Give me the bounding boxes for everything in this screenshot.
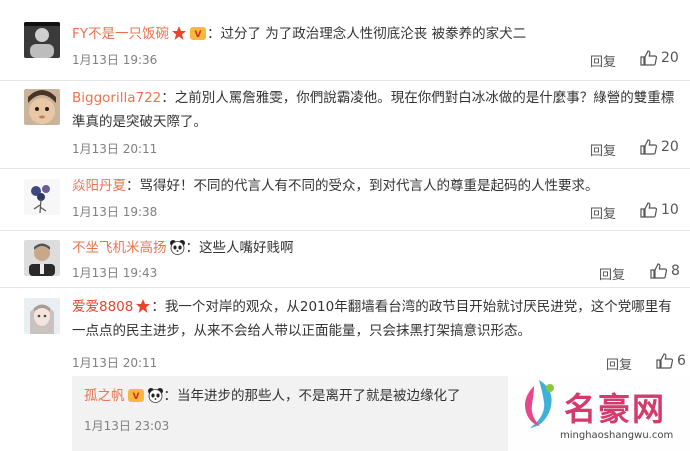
comment-time: 1月13日 23:03 [84, 419, 170, 433]
comment-body: ：之前別人罵詹雅雯，你們說霸凌他。現在你們對白冰冰做的是什麼事？綠營的雙重標準真… [72, 90, 675, 130]
comment-item: 焱阳丹夏：骂得好！不同的代言人有不同的受众，到对代言人的尊重是起码的人性要求。 … [0, 169, 690, 231]
comment-time: 1月13日 20:11 [72, 142, 158, 156]
thumbs-up-icon [640, 139, 657, 155]
thumbs-up-icon [650, 263, 667, 279]
man-portrait-avatar [24, 240, 60, 276]
comment-body: ：这些人嘴好贱啊 [185, 240, 294, 256]
reply-button[interactable]: 回复 [590, 51, 616, 70]
avatar[interactable] [24, 179, 60, 215]
comment-body: ：过分了 为了政治理念人性彻底沦丧 被豢养的家犬二 [207, 26, 527, 42]
username-link[interactable]: Biggorilla722 [72, 90, 161, 106]
vip-crown-icon: V [127, 387, 145, 403]
comment-item: 爱爱8808 ：我一个对岸的观众，从2010年翻墙看台湾的政节目开始就讨厌民进党，… [0, 288, 690, 376]
like-count: 20 [661, 50, 679, 66]
comment-body: ：当年进步的那些人，不是离开了就是被边缘化了 [163, 388, 461, 404]
username-link[interactable]: 爱爱8808 [72, 299, 133, 315]
thumbs-up-icon [656, 353, 673, 369]
red-star-icon [171, 25, 187, 41]
username-link[interactable]: 焱阳丹夏 [72, 178, 126, 194]
avatar[interactable] [24, 298, 60, 334]
comment-body: ：骂得好！不同的代言人有不同的受众，到对代言人的尊重是起码的人性要求。 [126, 178, 599, 194]
comment-text: Biggorilla722：之前別人罵詹雅雯，你們說霸凌他。現在你們對白冰冰做的… [72, 86, 676, 134]
comment-text: 不坐飞机米高扬 ：这些人嘴好贱啊 [72, 236, 676, 260]
comment-item: 不坐飞机米高扬 ：这些人嘴好贱啊 1月13日 19:43 回复 8 [0, 231, 690, 287]
panda-icon [169, 239, 186, 255]
like-count: 8 [671, 263, 680, 279]
watermark-text: 名豪网 [564, 390, 667, 428]
reply-button[interactable]: 回复 [606, 354, 632, 373]
reply-button[interactable]: 回复 [599, 264, 625, 283]
thumbs-up-icon [640, 50, 657, 66]
comment-item: Biggorilla722：之前別人罵詹雅雯，你們說霸凌他。現在你們對白冰冰做的… [0, 81, 690, 162]
vip-crown-icon: V [189, 25, 207, 41]
black-white-portrait-avatar [24, 22, 60, 58]
like-button[interactable]: 8 [650, 263, 680, 279]
reply-button[interactable]: 回复 [590, 140, 616, 159]
comment-body: ：我一个对岸的观众，从2010年翻墙看台湾的政节目开始就讨厌民进党，这个党哪里有… [72, 299, 672, 339]
reply-button[interactable]: 回复 [590, 203, 616, 222]
username-link[interactable]: 孤之帆 [84, 388, 125, 404]
panda-icon [147, 387, 164, 403]
username-link[interactable]: 不坐飞机米高扬 [72, 240, 167, 256]
comment-item: FY不是一只饭碗 V ：过分了 为了政治理念人性彻底沦丧 被豢养的家犬二 1月13日… [0, 0, 690, 80]
comment-time: 1月13日 19:36 [72, 53, 158, 67]
watermark: 名豪网 minghaoshangwu.com [508, 372, 690, 451]
watermark-url: minghaoshangwu.com [560, 430, 674, 441]
avatar[interactable] [24, 89, 60, 125]
comment-time: 1月13日 20:11 [72, 356, 158, 370]
thumbs-up-icon [640, 202, 657, 218]
avatar[interactable] [24, 240, 60, 276]
child-face-avatar [24, 89, 60, 125]
svg-text:V: V [195, 30, 202, 40]
like-button[interactable]: 20 [640, 139, 679, 155]
flower-sketch-avatar [24, 179, 60, 215]
svg-text:V: V [132, 392, 139, 402]
comment-text: 焱阳丹夏：骂得好！不同的代言人有不同的受众，到对代言人的尊重是起码的人性要求。 [72, 174, 676, 198]
sub-comment-text: 孤之帆 V ：当年进步的那些人，不是离开了就是被边缘化了 [84, 384, 461, 408]
like-count: 6 [677, 353, 686, 369]
comment-time: 1月13日 19:38 [72, 205, 158, 219]
comment-text: 爱爱8808 ：我一个对岸的观众，从2010年翻墙看台湾的政节目开始就讨厌民进党，… [72, 295, 676, 343]
like-count: 10 [661, 202, 679, 218]
comment-text: FY不是一只饭碗 V ：过分了 为了政治理念人性彻底沦丧 被豢养的家犬二 [72, 22, 676, 46]
watermark-logo-icon [525, 380, 554, 428]
red-star-icon [135, 298, 151, 314]
avatar[interactable] [24, 22, 60, 58]
username-link[interactable]: FY不是一只饭碗 [72, 26, 169, 42]
comment-time: 1月13日 19:43 [72, 266, 158, 280]
like-button[interactable]: 10 [640, 202, 679, 218]
like-button[interactable]: 6 [656, 353, 686, 369]
anime-girl-avatar [24, 298, 60, 334]
like-button[interactable]: 20 [640, 50, 679, 66]
like-count: 20 [661, 139, 679, 155]
